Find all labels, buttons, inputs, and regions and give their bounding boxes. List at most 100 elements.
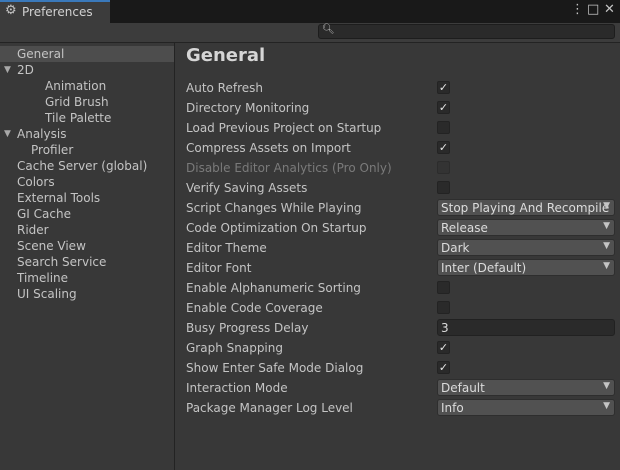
dropdown-value: Dark: [441, 241, 470, 255]
search-field[interactable]: 🔍︎: [318, 24, 615, 39]
sidebar-item-label: Rider: [17, 223, 49, 237]
search-icon: 🔍︎: [322, 24, 335, 35]
sidebar-item-tile-palette[interactable]: Tile Palette: [0, 110, 174, 126]
checkmark-icon: ✓: [438, 141, 449, 154]
setting-label: Editor Font: [186, 261, 252, 275]
package-manager-log-level-dropdown[interactable]: Info ▼: [437, 399, 615, 416]
setting-label: Verify Saving Assets: [186, 181, 308, 195]
sidebar-item-label: External Tools: [17, 191, 101, 205]
setting-row-interaction-mode: Interaction Mode Default ▼: [186, 378, 616, 398]
setting-row-disable-editor-analytics-pro-only: Disable Editor Analytics (Pro Only): [186, 158, 616, 178]
checkmark-icon: ✓: [438, 81, 449, 94]
code-optimization-on-startup-dropdown[interactable]: Release ▼: [437, 219, 615, 236]
setting-label: Enable Code Coverage: [186, 301, 323, 315]
editor-font-dropdown[interactable]: Inter (Default) ▼: [437, 259, 615, 276]
gear-icon: ⚙: [5, 3, 17, 18]
checkmark-icon: ✓: [438, 101, 449, 114]
setting-row-auto-refresh: Auto Refresh ✓: [186, 78, 616, 98]
setting-label: Busy Progress Delay: [186, 321, 309, 335]
dropdown-value: Inter (Default): [441, 261, 527, 275]
setting-row-script-changes-while-playing: Script Changes While Playing Stop Playing…: [186, 198, 616, 218]
editor-theme-dropdown[interactable]: Dark ▼: [437, 239, 615, 256]
preferences-sidebar: General ▼ 2D Animation Grid Brush Tile Palett…: [0, 43, 175, 470]
setting-row-directory-monitoring: Directory Monitoring ✓: [186, 98, 616, 118]
setting-label: Disable Editor Analytics (Pro Only): [186, 161, 392, 175]
graph-snapping-checkbox[interactable]: ✓: [437, 341, 450, 354]
sidebar-item-colors[interactable]: Colors: [0, 174, 174, 190]
setting-label: Editor Theme: [186, 241, 267, 255]
chevron-down-icon: ▼: [603, 401, 610, 411]
close-icon[interactable]: ✕: [604, 2, 615, 17]
sidebar-item-rider[interactable]: Rider: [0, 222, 174, 238]
chevron-down-icon: ▼: [603, 221, 610, 231]
sidebar-item-analysis[interactable]: ▼ Analysis: [0, 126, 174, 142]
sidebar-item-label: GI Cache: [17, 207, 71, 221]
setting-row-enable-alphanumeric-sorting: Enable Alphanumeric Sorting: [186, 278, 616, 298]
setting-row-package-manager-log-level: Package Manager Log Level Info ▼: [186, 398, 616, 418]
chevron-down-icon: ▼: [603, 241, 610, 251]
field-value: 3: [441, 321, 449, 335]
dropdown-value: Release: [441, 221, 488, 235]
directory-monitoring-checkbox[interactable]: ✓: [437, 101, 450, 114]
sidebar-item-label: UI Scaling: [17, 287, 77, 301]
auto-refresh-checkbox[interactable]: ✓: [437, 81, 450, 94]
sidebar-item-gi-cache[interactable]: GI Cache: [0, 206, 174, 222]
setting-row-editor-theme: Editor Theme Dark ▼: [186, 238, 616, 258]
setting-label: Auto Refresh: [186, 81, 263, 95]
sidebar-item-timeline[interactable]: Timeline: [0, 270, 174, 286]
chevron-down-icon: ▼: [603, 381, 610, 391]
sidebar-item-general[interactable]: General: [0, 46, 174, 62]
sidebar-item-label: Scene View: [17, 239, 86, 253]
dropdown-value: Stop Playing And Recompile: [441, 201, 610, 215]
checkmark-icon: ✓: [438, 361, 449, 374]
foldout-arrow-icon[interactable]: ▼: [4, 126, 11, 142]
sidebar-item-label: Profiler: [31, 143, 74, 157]
verify-saving-assets-checkbox[interactable]: [437, 181, 450, 194]
setting-row-graph-snapping: Graph Snapping ✓: [186, 338, 616, 358]
sidebar-item-external-tools[interactable]: External Tools: [0, 190, 174, 206]
chevron-down-icon: ▼: [603, 261, 610, 271]
setting-row-load-previous-project-on-startup: Load Previous Project on Startup: [186, 118, 616, 138]
interaction-mode-dropdown[interactable]: Default ▼: [437, 379, 615, 396]
maximize-icon[interactable]: □: [587, 2, 599, 17]
sidebar-item-2d[interactable]: ▼ 2D: [0, 62, 174, 78]
setting-label: Package Manager Log Level: [186, 401, 353, 415]
sidebar-item-label: Colors: [17, 175, 55, 189]
load-previous-project-on-startup-checkbox[interactable]: [437, 121, 450, 134]
show-enter-safe-mode-dialog-checkbox[interactable]: ✓: [437, 361, 450, 374]
sidebar-item-cache-server-global[interactable]: Cache Server (global): [0, 158, 174, 174]
setting-row-busy-progress-delay: Busy Progress Delay 3: [186, 318, 616, 338]
compress-assets-on-import-checkbox[interactable]: ✓: [437, 141, 450, 154]
chevron-down-icon: ▼: [603, 201, 610, 211]
sidebar-item-grid-brush[interactable]: Grid Brush: [0, 94, 174, 110]
sidebar-item-label: General: [17, 47, 65, 61]
sidebar-item-label: Timeline: [17, 271, 69, 285]
sidebar-item-scene-view[interactable]: Scene View: [0, 238, 174, 254]
busy-progress-delay-field[interactable]: 3: [437, 319, 615, 336]
enable-alphanumeric-sorting-checkbox[interactable]: [437, 281, 450, 294]
setting-label: Load Previous Project on Startup: [186, 121, 382, 135]
setting-row-compress-assets-on-import: Compress Assets on Import ✓: [186, 138, 616, 158]
sidebar-item-label: Analysis: [17, 127, 67, 141]
more-options-icon[interactable]: ⋮: [571, 2, 584, 17]
setting-row-enable-code-coverage: Enable Code Coverage: [186, 298, 616, 318]
setting-label: Enable Alphanumeric Sorting: [186, 281, 361, 295]
setting-label: Show Enter Safe Mode Dialog: [186, 361, 364, 375]
setting-row-editor-font: Editor Font Inter (Default) ▼: [186, 258, 616, 278]
sidebar-item-ui-scaling[interactable]: UI Scaling: [0, 286, 174, 302]
setting-label: Graph Snapping: [186, 341, 283, 355]
enable-code-coverage-checkbox[interactable]: [437, 301, 450, 314]
sidebar-item-animation[interactable]: Animation: [0, 78, 174, 94]
dropdown-value: Default: [441, 381, 485, 395]
script-changes-while-playing-dropdown[interactable]: Stop Playing And Recompile ▼: [437, 199, 615, 216]
setting-label: Interaction Mode: [186, 381, 288, 395]
sidebar-item-search-service[interactable]: Search Service: [0, 254, 174, 270]
preferences-tab[interactable]: ⚙ Preferences: [0, 0, 110, 23]
page-title: General: [186, 45, 266, 66]
tab-title: Preferences: [22, 5, 93, 19]
sidebar-item-label: Animation: [45, 79, 107, 93]
foldout-arrow-icon[interactable]: ▼: [4, 62, 11, 78]
window-tab-bar: ⚙ Preferences ⋮ □ ✕: [0, 0, 620, 23]
sidebar-item-profiler[interactable]: Profiler: [0, 142, 174, 158]
setting-row-verify-saving-assets: Verify Saving Assets: [186, 178, 616, 198]
